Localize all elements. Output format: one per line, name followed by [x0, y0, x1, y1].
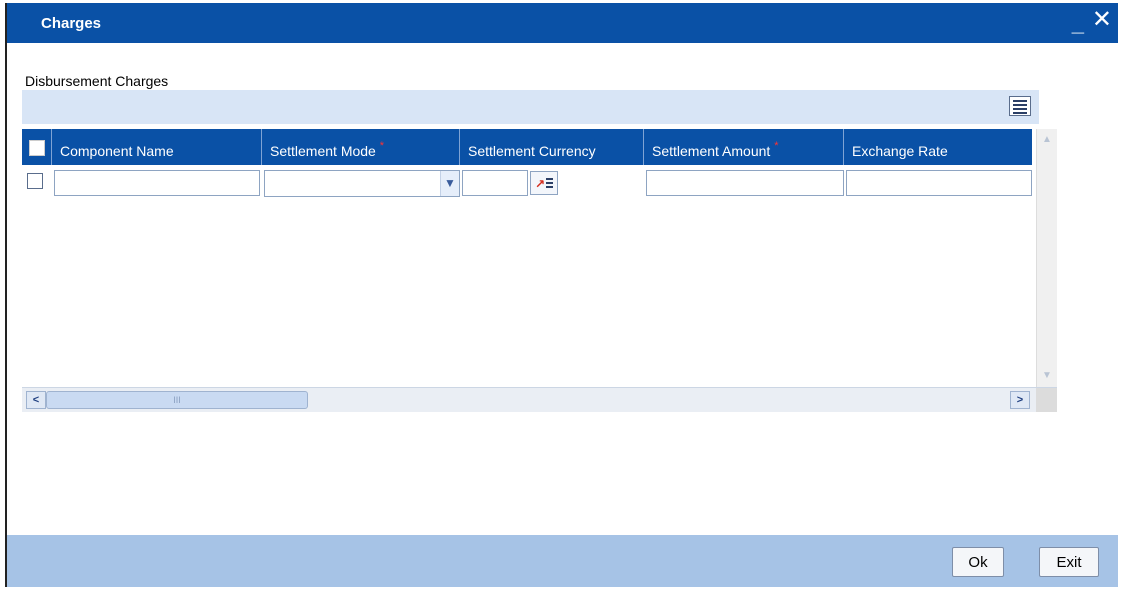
column-header-exchange-rate[interactable]: Exchange Rate: [844, 129, 1032, 165]
column-label: Component Name: [60, 143, 174, 159]
column-label: Settlement Amount: [652, 143, 771, 159]
scroll-left-icon[interactable]: <: [26, 391, 46, 409]
window-title: Charges: [41, 15, 102, 32]
scroll-thumb[interactable]: III: [46, 391, 308, 409]
section-title: Disbursement Charges: [25, 73, 169, 89]
settlement-currency-input[interactable]: [462, 170, 528, 196]
settlement-amount-input[interactable]: [646, 170, 844, 196]
required-marker: *: [774, 140, 779, 152]
close-icon[interactable]: ✕: [1092, 7, 1112, 33]
column-label: Exchange Rate: [852, 143, 948, 159]
table-row: ▼ ↗: [22, 167, 1032, 197]
scroll-up-icon[interactable]: ▲: [1039, 132, 1055, 148]
select-all-checkbox[interactable]: [29, 140, 45, 156]
required-marker: *: [379, 140, 385, 152]
column-header-component-name[interactable]: Component Name: [52, 129, 262, 165]
arrow-icon: ↗: [535, 177, 546, 191]
scroll-right-icon[interactable]: >: [1010, 391, 1030, 409]
select-all-cell: [22, 129, 52, 165]
exchange-rate-input[interactable]: [846, 170, 1032, 196]
grid-toolbar: [22, 90, 1039, 124]
chevron-down-icon[interactable]: ▼: [440, 171, 459, 196]
ok-button[interactable]: Ok: [952, 547, 1004, 577]
list-view-icon[interactable]: [1009, 96, 1031, 116]
charges-window: Charges _ ✕ Disbursement Charges Compone…: [5, 3, 1118, 587]
column-label: Settlement Mode: [270, 143, 376, 159]
table-header: Component Name Settlement Mode * Settlem…: [22, 129, 1032, 165]
settlement-mode-select[interactable]: ▼: [264, 170, 460, 197]
column-header-settlement-mode[interactable]: Settlement Mode *: [262, 129, 460, 165]
column-header-settlement-currency[interactable]: Settlement Currency: [460, 129, 644, 165]
title-bar: Charges _ ✕: [7, 3, 1118, 43]
footer-bar: Ok Exit: [7, 535, 1118, 587]
row-checkbox[interactable]: [27, 173, 43, 189]
exit-button[interactable]: Exit: [1039, 547, 1099, 577]
scroll-down-icon[interactable]: ▼: [1039, 368, 1055, 384]
horizontal-scrollbar[interactable]: < III >: [22, 387, 1057, 412]
lookup-icon[interactable]: ↗: [530, 171, 558, 195]
column-label: Settlement Currency: [468, 143, 596, 159]
column-header-settlement-amount[interactable]: Settlement Amount *: [644, 129, 844, 165]
charges-grid: Component Name Settlement Mode * Settlem…: [22, 129, 1057, 412]
minimize-icon[interactable]: _: [1072, 11, 1084, 37]
scrollbar-corner: [1036, 388, 1057, 412]
component-name-input[interactable]: [54, 170, 260, 196]
vertical-scrollbar[interactable]: ▲ ▼: [1036, 129, 1057, 387]
